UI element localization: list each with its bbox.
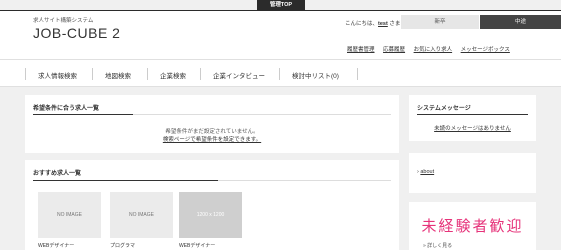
job-thumbnail[interactable]: NO IMAGE	[110, 192, 173, 238]
matching-notice-link-row: 検索ページで希望条件を設定できます。	[25, 135, 399, 143]
site-subtitle: 求人サイト構築システム	[33, 18, 94, 24]
header-links: 履歴書管理 応募履歴 お気に入り求人 メッセージボックス	[347, 45, 517, 53]
greeting-suffix: さま	[387, 21, 401, 27]
about-panel: › about	[409, 153, 536, 193]
message-box-link[interactable]: メッセージボックス	[461, 47, 510, 53]
application-history-link[interactable]: 応募履歴	[383, 47, 405, 53]
job-thumbnail-label[interactable]: WEBデザイナー	[179, 242, 215, 249]
resume-link[interactable]: 履歴書管理	[347, 47, 375, 53]
nav-divider	[357, 68, 358, 80]
matching-notice: 希望条件がまだ設定されていません。	[165, 129, 259, 135]
title-rule	[133, 114, 391, 115]
favorites-link[interactable]: お気に入り求人	[414, 47, 453, 53]
system-message-panel: システムメッセージ 未読のメッセージはありません	[409, 95, 536, 141]
site-logo[interactable]: JOB-CUBE 2	[33, 25, 120, 41]
no-unread-messages-link[interactable]: 未読のメッセージはありません	[434, 126, 511, 132]
nav-consideration-list[interactable]: 検討中リスト(0)	[292, 70, 339, 80]
nav-job-search[interactable]: 求人情報検索	[38, 70, 77, 80]
nav-divider	[147, 68, 148, 80]
nav-company-search[interactable]: 企業検索	[160, 70, 186, 80]
new-graduate-button[interactable]: 新卒	[401, 15, 479, 29]
nav-divider	[200, 68, 201, 80]
job-thumbnail[interactable]: 1200 x 1200	[179, 192, 242, 238]
title-rule	[218, 180, 391, 181]
job-thumbnail-label[interactable]: プログラマ	[110, 242, 135, 249]
banner-sub[interactable]: » 詳しく見る	[423, 242, 452, 249]
mid-career-button[interactable]: 中途	[480, 15, 561, 29]
system-notice-row: 未読のメッセージはありません	[409, 124, 536, 132]
recommended-jobs-title: おすすめ求人一覧	[33, 171, 82, 177]
matching-jobs-title: 希望条件に合う求人一覧	[33, 106, 100, 112]
about-link-label[interactable]: about	[420, 169, 434, 175]
greeting-prefix: こんにちは、	[345, 21, 379, 27]
user-name-link[interactable]: test	[378, 21, 388, 27]
title-underline	[33, 180, 218, 181]
nav-map-search[interactable]: 地図検索	[105, 70, 131, 80]
about-link[interactable]: › about	[417, 169, 434, 175]
nav-divider	[25, 68, 26, 80]
nav-divider	[92, 68, 93, 80]
system-message-title: システムメッセージ	[417, 106, 471, 112]
main-nav: 求人情報検索 地図検索 企業検索 企業インタビュー 検討中リスト(0)	[0, 59, 561, 87]
nav-company-interview[interactable]: 企業インタビュー	[213, 70, 265, 80]
nav-divider	[279, 68, 280, 80]
inexperienced-welcome-banner[interactable]: 未経験者歓迎 » 詳しく見る	[409, 202, 536, 250]
set-conditions-link[interactable]: 検索ページで希望条件を設定できます。	[163, 137, 261, 143]
greeting: こんにちは、test さま	[345, 19, 400, 27]
matching-jobs-panel: 希望条件に合う求人一覧 希望条件がまだ設定されていません。 検索ページで希望条件…	[25, 95, 399, 153]
admin-top-tab[interactable]: 管理TOP	[257, 0, 305, 10]
title-underline	[417, 114, 528, 115]
job-thumbnail[interactable]: NO IMAGE	[38, 192, 101, 238]
title-underline	[33, 114, 133, 115]
job-thumbnail-label[interactable]: WEBデザイナー	[38, 242, 74, 249]
banner-text: 未経験者歓迎	[421, 218, 524, 235]
